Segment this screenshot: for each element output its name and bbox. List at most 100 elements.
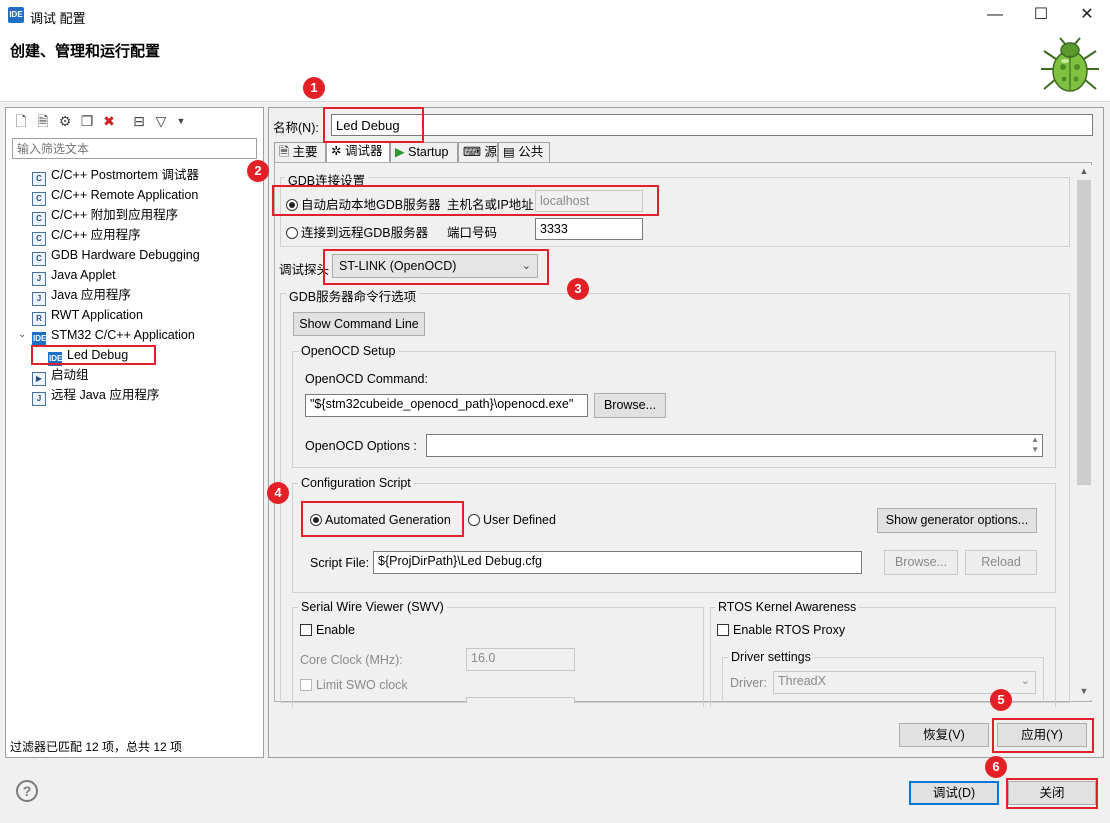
filter-input[interactable] xyxy=(12,138,257,159)
close-window-button[interactable]: ✕ xyxy=(1064,0,1110,30)
c-config-icon: C xyxy=(32,212,46,226)
c-config-icon: C xyxy=(32,232,46,246)
limit-swo-checkbox[interactable]: Limit SWO clock xyxy=(300,678,408,692)
duplicate-icon[interactable]: ❐ xyxy=(78,113,96,129)
port-label: 端口号码 xyxy=(447,226,498,240)
script-file-input[interactable]: ${ProjDirPath}\Led Debug.cfg xyxy=(373,551,862,574)
header-title: 创建、管理和运行配置 xyxy=(10,43,161,60)
configuration-script-group xyxy=(292,483,1056,593)
filter-status: 过滤器已匹配 12 项，总共 12 项 xyxy=(10,740,183,754)
java-app-icon: J xyxy=(32,292,46,306)
annotation-box-auto-gen xyxy=(301,501,464,537)
swo-clock-input[interactable] xyxy=(466,697,575,703)
tree-item-rwt[interactable]: R RWT Application xyxy=(32,305,200,326)
tree-item-java-applet[interactable]: J Java Applet xyxy=(32,265,200,286)
probe-label: 调试探头 xyxy=(279,263,330,277)
tab-main[interactable]: 🗎 主要 xyxy=(274,142,326,162)
marker-1: 1 xyxy=(303,77,325,99)
driver-settings-label: Driver settings xyxy=(728,650,814,664)
java-applet-icon: J xyxy=(32,272,46,286)
rtos-label: RTOS Kernel Awareness xyxy=(715,600,860,614)
tree-item-remote-app[interactable]: C C/C++ Remote Application xyxy=(32,185,200,206)
core-clock-input[interactable]: 16.0 xyxy=(466,648,575,671)
tree-item-stm32[interactable]: ⌄ IDE STM32 C/C++ Application xyxy=(18,325,200,346)
ide-logo-icon: IDE xyxy=(8,7,24,23)
chevron-down-icon: ⌄ xyxy=(1020,675,1030,687)
rtos-enable-checkbox[interactable]: Enable RTOS Proxy xyxy=(717,623,845,637)
openocd-options-label: OpenOCD Options : xyxy=(305,439,417,453)
config-tree: C C/C++ Postmortem 调试器 C C/C++ Remote Appl… xyxy=(18,165,200,406)
dialog-header: 创建、管理和运行配置 xyxy=(0,32,1110,102)
reload-button[interactable]: Reload xyxy=(965,550,1037,575)
tree-item-gdb-hw[interactable]: C GDB Hardware Debugging xyxy=(32,245,200,266)
annotation-box-probe xyxy=(323,249,549,285)
marker-3: 3 xyxy=(567,278,589,300)
ide-config-icon: IDE xyxy=(32,332,46,346)
tab-debugger[interactable]: ✲ 调试器 xyxy=(326,141,390,163)
openocd-setup-label: OpenOCD Setup xyxy=(298,344,399,358)
show-command-line-button[interactable]: Show Command Line xyxy=(293,312,425,336)
export-icon[interactable]: ⚙ xyxy=(56,113,74,129)
browse-script-button[interactable]: Browse... xyxy=(884,550,958,575)
help-icon[interactable]: ? xyxy=(16,780,38,802)
name-input[interactable] xyxy=(331,114,1093,136)
scrollbar-thumb[interactable] xyxy=(1077,180,1091,485)
openocd-command-input[interactable]: "${stm32cubeide_openocd_path}\openocd.ex… xyxy=(305,394,588,417)
marker-2: 2 xyxy=(247,160,269,182)
core-clock-label: Core Clock (MHz): xyxy=(300,653,403,667)
annotation-box-close xyxy=(1006,778,1098,809)
browse-openocd-button[interactable]: Browse... xyxy=(594,393,666,418)
bug-icon xyxy=(1041,37,1099,92)
checkbox-indicator xyxy=(717,624,729,636)
tree-item-attach[interactable]: C C/C++ 附加到应用程序 xyxy=(32,205,200,226)
title-bar: IDE 调试 配置 — ☐ ✕ xyxy=(0,0,1110,32)
checkbox-indicator xyxy=(300,679,312,691)
swv-enable-checkbox[interactable]: Enable xyxy=(300,623,355,637)
port-input[interactable] xyxy=(535,218,643,240)
new-prototype-icon[interactable]: 🗎 xyxy=(34,113,52,129)
tree-item-launch-group[interactable]: ▶ 启动组 xyxy=(32,365,200,386)
configuration-script-label: Configuration Script xyxy=(298,476,414,490)
driver-label: Driver: xyxy=(730,676,767,690)
annotation-box-apply xyxy=(992,718,1094,753)
script-file-label: Script File: xyxy=(310,556,370,570)
maximize-button[interactable]: ☐ xyxy=(1018,0,1064,30)
scroll-up-icon[interactable]: ▲ xyxy=(1076,166,1092,180)
debugger-tab-icon: ✲ xyxy=(331,144,342,158)
revert-button[interactable]: 恢复(V) xyxy=(899,723,989,747)
user-defined-radio[interactable]: User Defined xyxy=(468,513,556,527)
c-config-icon: C xyxy=(32,172,46,186)
annotation-box-gdb xyxy=(272,185,659,216)
tree-item-c-app[interactable]: C C/C++ 应用程序 xyxy=(32,225,200,246)
tree-item-postmortem[interactable]: C C/C++ Postmortem 调试器 xyxy=(32,165,200,186)
tab-startup[interactable]: ▶ Startup xyxy=(390,142,458,162)
view-menu-icon[interactable]: ▼ xyxy=(172,113,190,129)
minimize-button[interactable]: — xyxy=(972,0,1018,30)
rwt-icon: R xyxy=(32,312,46,326)
openocd-options-input[interactable]: ▲ ▼ xyxy=(426,434,1043,457)
collapse-all-icon[interactable]: ⊟ xyxy=(130,113,148,129)
radio-indicator xyxy=(468,514,480,526)
connect-remote-radio[interactable]: 连接到远程GDB服务器 xyxy=(286,222,428,241)
filter-icon[interactable]: ▽ xyxy=(152,113,170,129)
tree-item-remote-java[interactable]: J 远程 Java 应用程序 xyxy=(32,385,200,406)
source-tab-icon: ⌨ xyxy=(463,145,482,159)
tab-source[interactable]: ⌨ 源 xyxy=(458,142,498,162)
tree-item-java-app[interactable]: J Java 应用程序 xyxy=(32,285,200,306)
main-tab-icon: 🗎 xyxy=(279,145,290,159)
marker-4: 4 xyxy=(267,482,289,504)
remote-java-icon: J xyxy=(32,392,46,406)
debug-button[interactable]: 调试(D) xyxy=(909,781,999,805)
chevron-down-icon[interactable]: ⌄ xyxy=(18,325,26,345)
delete-icon[interactable]: ✖ xyxy=(100,113,118,129)
scroll-down-icon[interactable]: ▼ xyxy=(1076,686,1092,700)
new-config-icon[interactable]: 🗋 xyxy=(12,113,30,129)
tab-common[interactable]: ▤ 公共 xyxy=(498,142,550,162)
window-title: 调试 配置 xyxy=(30,11,86,26)
common-tab-icon: ▤ xyxy=(503,145,515,159)
marker-5: 5 xyxy=(990,689,1012,711)
show-generator-options-button[interactable]: Show generator options... xyxy=(877,508,1037,533)
marker-6: 6 xyxy=(985,756,1007,778)
radio-indicator xyxy=(286,227,298,239)
name-label: 名称(N): xyxy=(273,121,319,135)
